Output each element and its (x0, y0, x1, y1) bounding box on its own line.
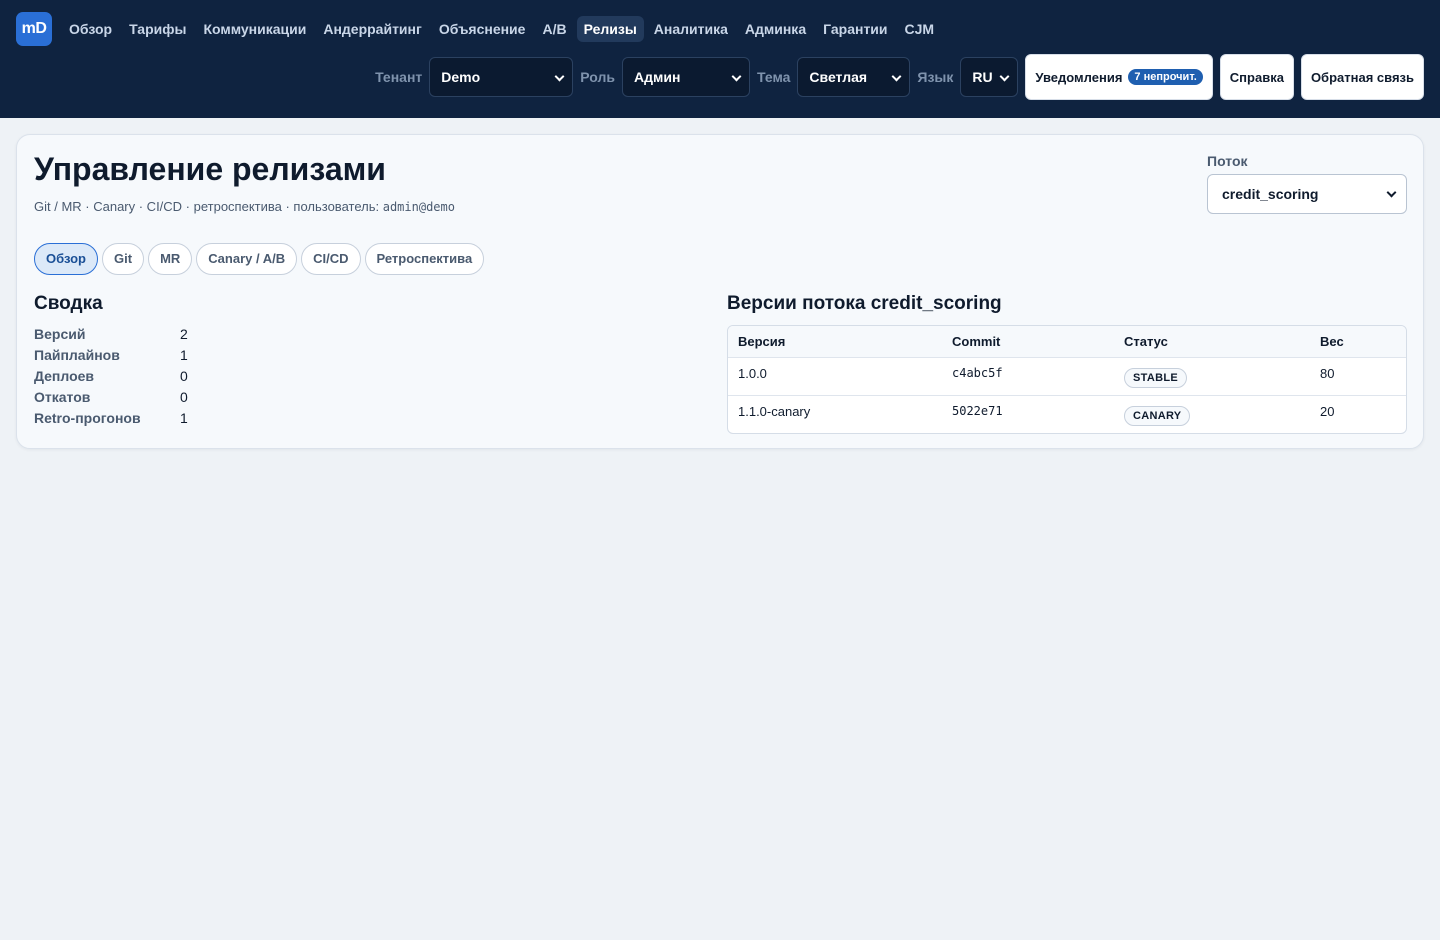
summary-row: Деплоев 0 (34, 365, 188, 386)
summary-key: Деплоев (34, 367, 95, 384)
summary-row: Откатов 0 (34, 386, 188, 407)
summary-list: Версий 2 Пайплайнов 1 Деплоев 0 Откатов … (34, 323, 188, 428)
nav-item-communications[interactable]: Коммуникации (196, 16, 313, 42)
stream-select[interactable]: credit_scoring (1207, 174, 1407, 214)
status-badge: CANARY (1124, 406, 1191, 426)
tenant-label: Тенант (375, 69, 423, 85)
tab-git[interactable]: Git (102, 243, 145, 275)
versions-table: Версия Commit Статус Вес 1.0.0 c4abc5f S… (727, 325, 1407, 434)
table-row[interactable]: 1.1.0-canary 5022e71 CANARY 20 (728, 395, 1406, 433)
summary-value: 2 (180, 325, 188, 342)
page-title: Управление релизами (34, 151, 386, 187)
summary-value: 1 (180, 346, 188, 363)
version-cell: 1.1.0-canary (738, 404, 811, 419)
language-select[interactable]: RU (960, 57, 1019, 97)
releases-card: Управление релизами Git / MR · Canary · … (16, 134, 1424, 449)
top-bar: mD Обзор Тарифы Коммуникации Андеррайтин… (0, 0, 1440, 118)
chevron-down-icon (731, 71, 742, 82)
theme-select[interactable]: Светлая (797, 57, 911, 97)
column-header-commit: Commit (952, 334, 1001, 349)
stream-select-value: credit_scoring (1222, 186, 1319, 202)
tenant-select-value: Demo (441, 69, 481, 85)
help-button[interactable]: Справка (1219, 54, 1294, 100)
unread-badge: 7 непрочит. (1128, 69, 1203, 85)
nav-item-ab[interactable]: A/B (535, 16, 573, 42)
notifications-button[interactable]: Уведомления 7 непрочит. (1025, 54, 1213, 100)
release-tabs: Обзор Git MR Canary / A/B CI/CD Ретроспе… (34, 243, 485, 275)
main-nav: Обзор Тарифы Коммуникации Андеррайтинг О… (62, 16, 941, 42)
app-logo[interactable]: mD (16, 12, 52, 46)
nav-item-admin[interactable]: Админка (738, 16, 813, 42)
weight-cell: 20 (1320, 404, 1335, 419)
table-header-row: Версия Commit Статус Вес (728, 326, 1406, 357)
tab-mr[interactable]: MR (148, 243, 193, 275)
column-header-status: Статус (1124, 334, 1168, 349)
versions-title: Версии потока credit_scoring (727, 293, 1002, 314)
current-user: admin@demo (382, 200, 455, 214)
weight-cell: 80 (1320, 366, 1335, 381)
chevron-down-icon (999, 71, 1010, 82)
theme-label: Тема (756, 69, 791, 85)
summary-key: Версий (34, 325, 86, 342)
summary-key: Retro-прогонов (34, 409, 141, 426)
role-select-value: Админ (633, 69, 681, 85)
tab-retrospective[interactable]: Ретроспектива (364, 243, 485, 275)
column-header-version: Версия (738, 334, 786, 349)
chevron-down-icon (891, 71, 902, 82)
commit-cell: 5022e71 (952, 404, 1003, 418)
summary-key: Откатов (34, 388, 91, 405)
table-row[interactable]: 1.0.0 c4abc5f STABLE 80 (728, 357, 1406, 395)
summary-value: 0 (180, 388, 188, 405)
tab-overview[interactable]: Обзор (34, 243, 98, 275)
nav-item-tariffs[interactable]: Тарифы (122, 16, 193, 42)
status-badge: STABLE (1124, 368, 1187, 388)
chevron-down-icon (554, 71, 565, 82)
version-cell: 1.0.0 (738, 366, 767, 381)
commit-cell: c4abc5f (952, 366, 1003, 380)
status-cell: CANARY (1114, 404, 1310, 433)
nav-item-analytics[interactable]: Аналитика (647, 16, 735, 42)
language-select-value: RU (972, 69, 993, 85)
chevron-down-icon (1386, 187, 1397, 198)
nav-item-cjm[interactable]: CJM (898, 16, 942, 42)
tab-cicd[interactable]: CI/CD (301, 243, 361, 275)
subtitle-text: Git / MR · Canary · CI/CD · ретроспектив… (34, 199, 380, 214)
status-cell: STABLE (1114, 366, 1310, 395)
column-header-weight: Вес (1320, 334, 1344, 349)
language-label: Язык (917, 69, 954, 85)
nav-item-underwriting[interactable]: Андеррайтинг (316, 16, 429, 42)
tab-canary-ab[interactable]: Canary / A/B (196, 243, 298, 275)
role-label: Роль (580, 69, 615, 85)
notifications-label: Уведомления (1035, 69, 1123, 85)
summary-row: Retro-прогонов 1 (34, 407, 188, 428)
nav-item-releases[interactable]: Релизы (576, 16, 644, 42)
page-subtitle: Git / MR · Canary · CI/CD · ретроспектив… (34, 199, 455, 214)
stream-label: Поток (1207, 153, 1248, 169)
summary-row: Пайплайнов 1 (34, 344, 188, 365)
nav-item-overview[interactable]: Обзор (62, 16, 119, 42)
nav-item-guarantees[interactable]: Гарантии (816, 16, 894, 42)
summary-key: Пайплайнов (34, 346, 120, 363)
summary-title: Сводка (34, 293, 103, 314)
summary-value: 1 (180, 409, 188, 426)
feedback-button[interactable]: Обратная связь (1300, 54, 1424, 100)
theme-select-value: Светлая (809, 69, 868, 85)
role-select[interactable]: Админ (621, 57, 750, 97)
header-controls: Тенант Demo Роль Админ Тема Светлая Язык… (375, 54, 1424, 100)
nav-item-explanation[interactable]: Объяснение (432, 16, 533, 42)
summary-row: Версий 2 (34, 323, 188, 344)
summary-value: 0 (180, 367, 188, 384)
tenant-select[interactable]: Demo (429, 57, 574, 97)
